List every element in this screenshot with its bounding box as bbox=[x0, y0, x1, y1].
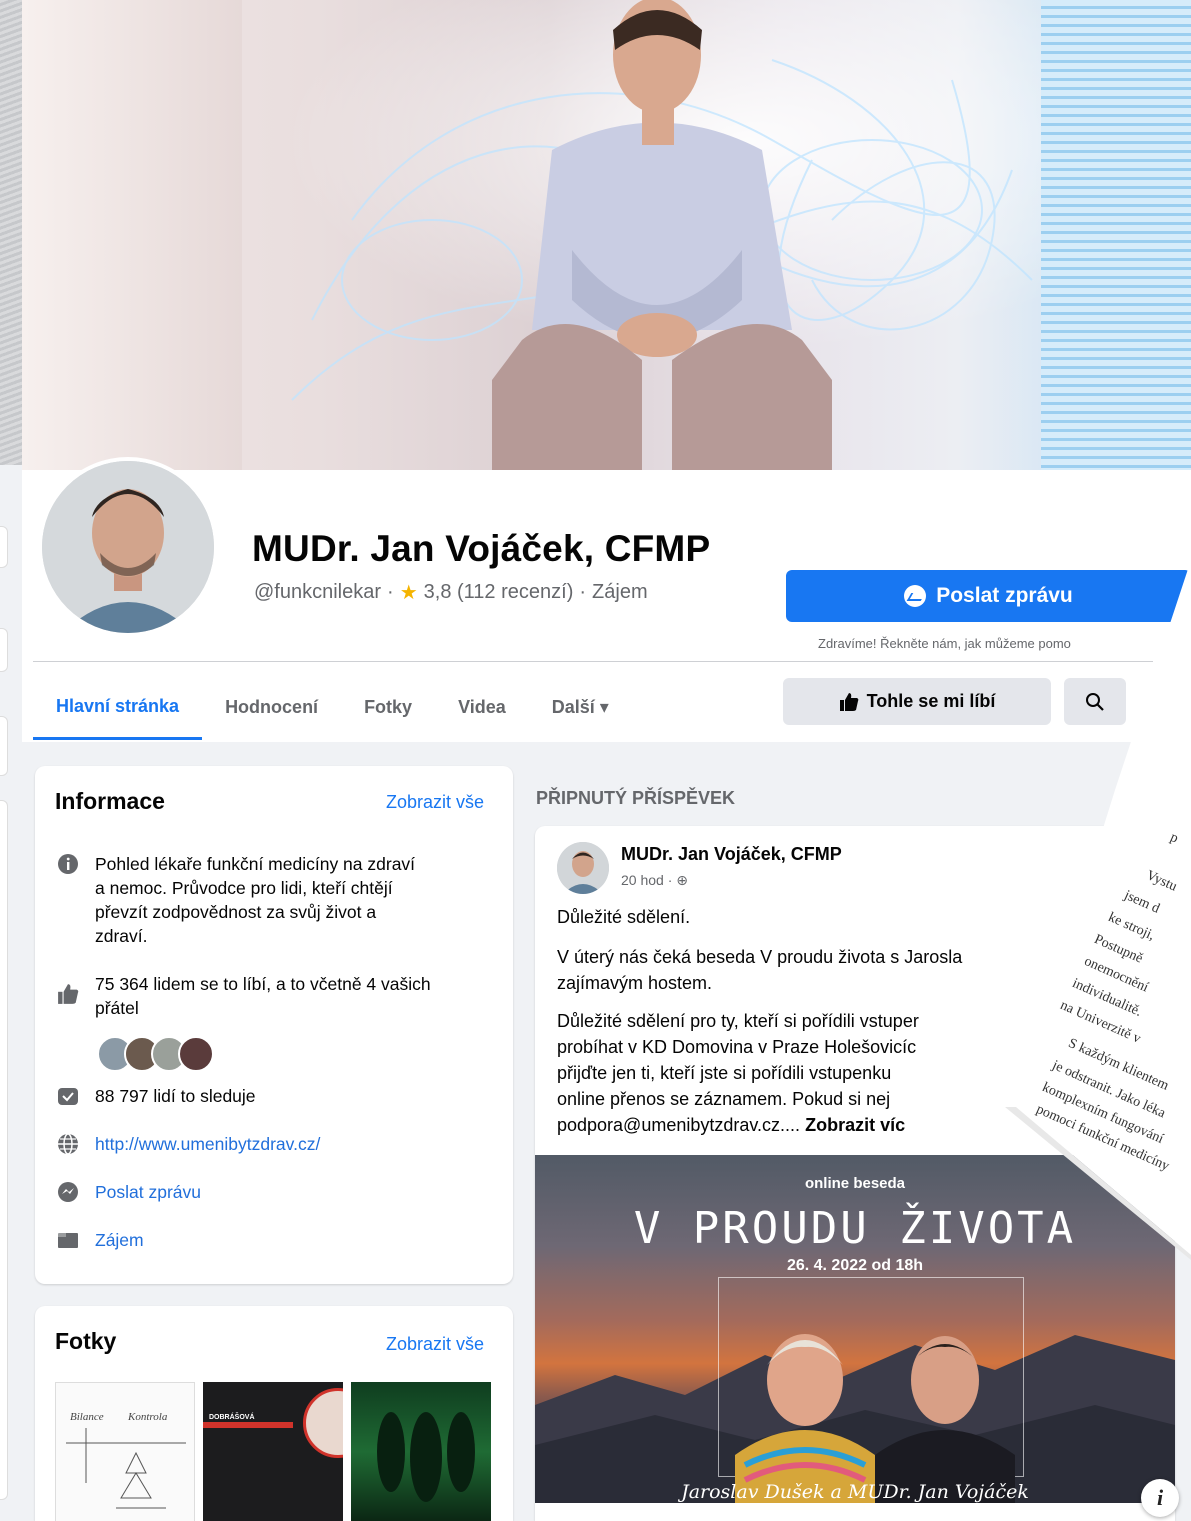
tab-reviews[interactable]: Hodnocení bbox=[202, 675, 341, 740]
left-strip-block bbox=[0, 800, 8, 1500]
info-about-line: a nemoc. Průvodce pro lidi, kteří chtějí bbox=[95, 878, 393, 898]
thumb-sketch bbox=[66, 1428, 186, 1509]
greeting-text: Zdravíme! Řekněte nám, jak můžeme pomo bbox=[818, 636, 1071, 651]
post-footer bbox=[535, 1503, 1175, 1521]
info-card: Informace Zobrazit vše Pohled lékaře fun… bbox=[35, 766, 513, 1284]
tab-photos[interactable]: Fotky bbox=[341, 675, 435, 740]
photos-card: Fotky Zobrazit vše Bilance Kontrola DOBR… bbox=[35, 1306, 513, 1521]
separator: · bbox=[579, 581, 587, 603]
thumbs-up-icon bbox=[55, 982, 81, 1006]
cover-person bbox=[492, 0, 832, 470]
page-handle[interactable]: @funkcnilekar bbox=[254, 581, 381, 604]
post-author-name[interactable]: MUDr. Jan Vojáček, CFMP bbox=[621, 844, 842, 865]
event-guests-names: Jaroslav Dušek a MUDr. Jan Vojáček bbox=[681, 1481, 1029, 1503]
profile-avatar[interactable] bbox=[38, 457, 218, 637]
info-likes-row: 75 364 lidem se to líbí, a to včetně 4 v… bbox=[55, 972, 431, 1020]
friend-avatar[interactable] bbox=[178, 1036, 214, 1072]
send-message-button[interactable]: Poslat zprávu bbox=[786, 570, 1191, 622]
info-followers: 88 797 lidí to sleduje bbox=[95, 1086, 256, 1106]
star-icon: ★ bbox=[399, 582, 418, 604]
post-text-line-last: podpora@umenibytzdrav.cz.... Zobrazit ví… bbox=[557, 1112, 957, 1138]
tab-videos[interactable]: Videa bbox=[435, 675, 529, 740]
left-strip bbox=[0, 0, 22, 1521]
post-text-line: přijďte jen ti, kteří jste si pořídili v… bbox=[557, 1063, 892, 1083]
info-see-all-link[interactable]: Zobrazit vše bbox=[386, 792, 484, 813]
info-icon bbox=[55, 852, 81, 876]
info-message-row: Poslat zprávu bbox=[55, 1180, 201, 1204]
post-text-line: probíhat v KD Domovina v Praze Holešovic… bbox=[557, 1037, 917, 1057]
page-subtitle: @funkcnilekar · ★ 3,8 (112 recenzí) · Zá… bbox=[254, 580, 648, 605]
info-followers-row: 88 797 lidí to sleduje bbox=[55, 1084, 256, 1108]
info-category-link[interactable]: Zájem bbox=[95, 1228, 144, 1252]
info-website-row: http://www.umenibytzdrav.cz/ bbox=[55, 1132, 320, 1156]
tab-home[interactable]: Hlavní stránka bbox=[33, 675, 203, 740]
post-text-line: Důležité sdělení pro ty, kteří si pořídi… bbox=[557, 1011, 919, 1031]
messenger-icon bbox=[904, 585, 927, 607]
thumb-matrix-figures bbox=[377, 1412, 475, 1502]
event-banner[interactable]: online beseda V PROUDU ŽIVOTA 26. 4. 202… bbox=[535, 1155, 1175, 1521]
event-guests bbox=[735, 1334, 1015, 1521]
info-icon[interactable]: i bbox=[1141, 1479, 1179, 1517]
photo-thumb[interactable]: DOBRÁŠOVÁ bbox=[203, 1382, 343, 1521]
post-text-line: podpora@umenibytzdrav.cz.... bbox=[557, 1115, 801, 1135]
post-text-line: V úterý nás čeká beseda V proudu života … bbox=[557, 947, 963, 967]
send-message-label: Poslat zprávu bbox=[936, 584, 1073, 607]
left-strip-block bbox=[0, 526, 8, 568]
post-text-line: zajímavým hostem. bbox=[557, 973, 713, 993]
info-about-line: zdraví. bbox=[95, 926, 148, 946]
info-message-link[interactable]: Poslat zprávu bbox=[95, 1180, 201, 1204]
page-tabs: Hlavní stránka Hodnocení Fotky Videa Dal… bbox=[33, 675, 632, 740]
thumb-portrait bbox=[303, 1388, 343, 1458]
thumb-stripe bbox=[203, 1422, 293, 1428]
messenger-icon bbox=[55, 1180, 81, 1204]
post-text-line: online přenos se záznamem. Pokud si nej bbox=[557, 1089, 891, 1109]
cover-wall bbox=[22, 0, 242, 470]
like-page-button[interactable]: Tohle se mi líbí bbox=[783, 678, 1051, 725]
post-text-line: Důležité sdělení. bbox=[557, 907, 691, 927]
left-strip-block bbox=[0, 716, 8, 776]
avatar-portrait bbox=[42, 461, 214, 633]
thumb-text: DOBRÁŠOVÁ bbox=[209, 1414, 255, 1421]
post-timestamp[interactable]: 20 hod · ⊕ bbox=[621, 872, 688, 889]
left-strip-block bbox=[0, 628, 8, 672]
info-about-line: převzít zodpovědnost za svůj život a bbox=[95, 902, 377, 922]
info-about-line: Pohled lékaře funkční medicíny na zdraví bbox=[95, 854, 416, 874]
page-rating[interactable]: 3,8 (112 recenzí) bbox=[424, 581, 574, 604]
divider bbox=[33, 661, 1153, 662]
search-icon bbox=[1086, 692, 1104, 711]
info-website-link[interactable]: http://www.umenibytzdrav.cz/ bbox=[95, 1132, 320, 1156]
cover-photo[interactable] bbox=[22, 0, 1191, 470]
info-title: Informace bbox=[55, 788, 165, 814]
cover-window-blinds bbox=[1041, 0, 1191, 470]
friends-avatars[interactable] bbox=[97, 1036, 214, 1072]
category-icon bbox=[55, 1228, 81, 1252]
thumbs-up-icon bbox=[839, 692, 858, 711]
post-author-avatar[interactable] bbox=[557, 842, 609, 894]
globe-icon: ⊕ bbox=[676, 872, 688, 888]
separator: · bbox=[387, 581, 394, 603]
see-more-link[interactable]: Zobrazit víc bbox=[805, 1115, 905, 1135]
info-about-row: Pohled lékaře funkční medicíny na zdraví… bbox=[55, 852, 415, 948]
left-strip-texture bbox=[0, 0, 22, 465]
info-likes-line: přátel bbox=[95, 998, 139, 1018]
photos-see-all-link[interactable]: Zobrazit vše bbox=[386, 1334, 484, 1355]
page-title: MUDr. Jan Vojáček, CFMP bbox=[252, 528, 711, 569]
photo-thumb[interactable]: Bilance Kontrola bbox=[55, 1382, 195, 1521]
page-category[interactable]: Zájem bbox=[592, 581, 648, 604]
info-category-row: Zájem bbox=[55, 1228, 144, 1252]
photo-thumb[interactable] bbox=[351, 1382, 491, 1521]
info-likes-line: 75 364 lidem se to líbí, a to včetně 4 v… bbox=[95, 974, 431, 994]
pinned-post-label: PŘIPNUTÝ PŘÍSPĚVEK bbox=[536, 788, 736, 808]
search-button[interactable] bbox=[1064, 678, 1126, 725]
pinned-post: MUDr. Jan Vojáček, CFMP 20 hod · ⊕ Důlež… bbox=[535, 826, 1175, 1521]
post-time-text: 20 hod · bbox=[621, 872, 677, 888]
tab-more[interactable]: Další ▾ bbox=[529, 675, 632, 740]
photos-title: Fotky bbox=[55, 1328, 117, 1354]
followers-icon bbox=[55, 1084, 81, 1108]
like-page-label: Tohle se mi líbí bbox=[866, 691, 996, 711]
globe-icon bbox=[55, 1132, 81, 1156]
